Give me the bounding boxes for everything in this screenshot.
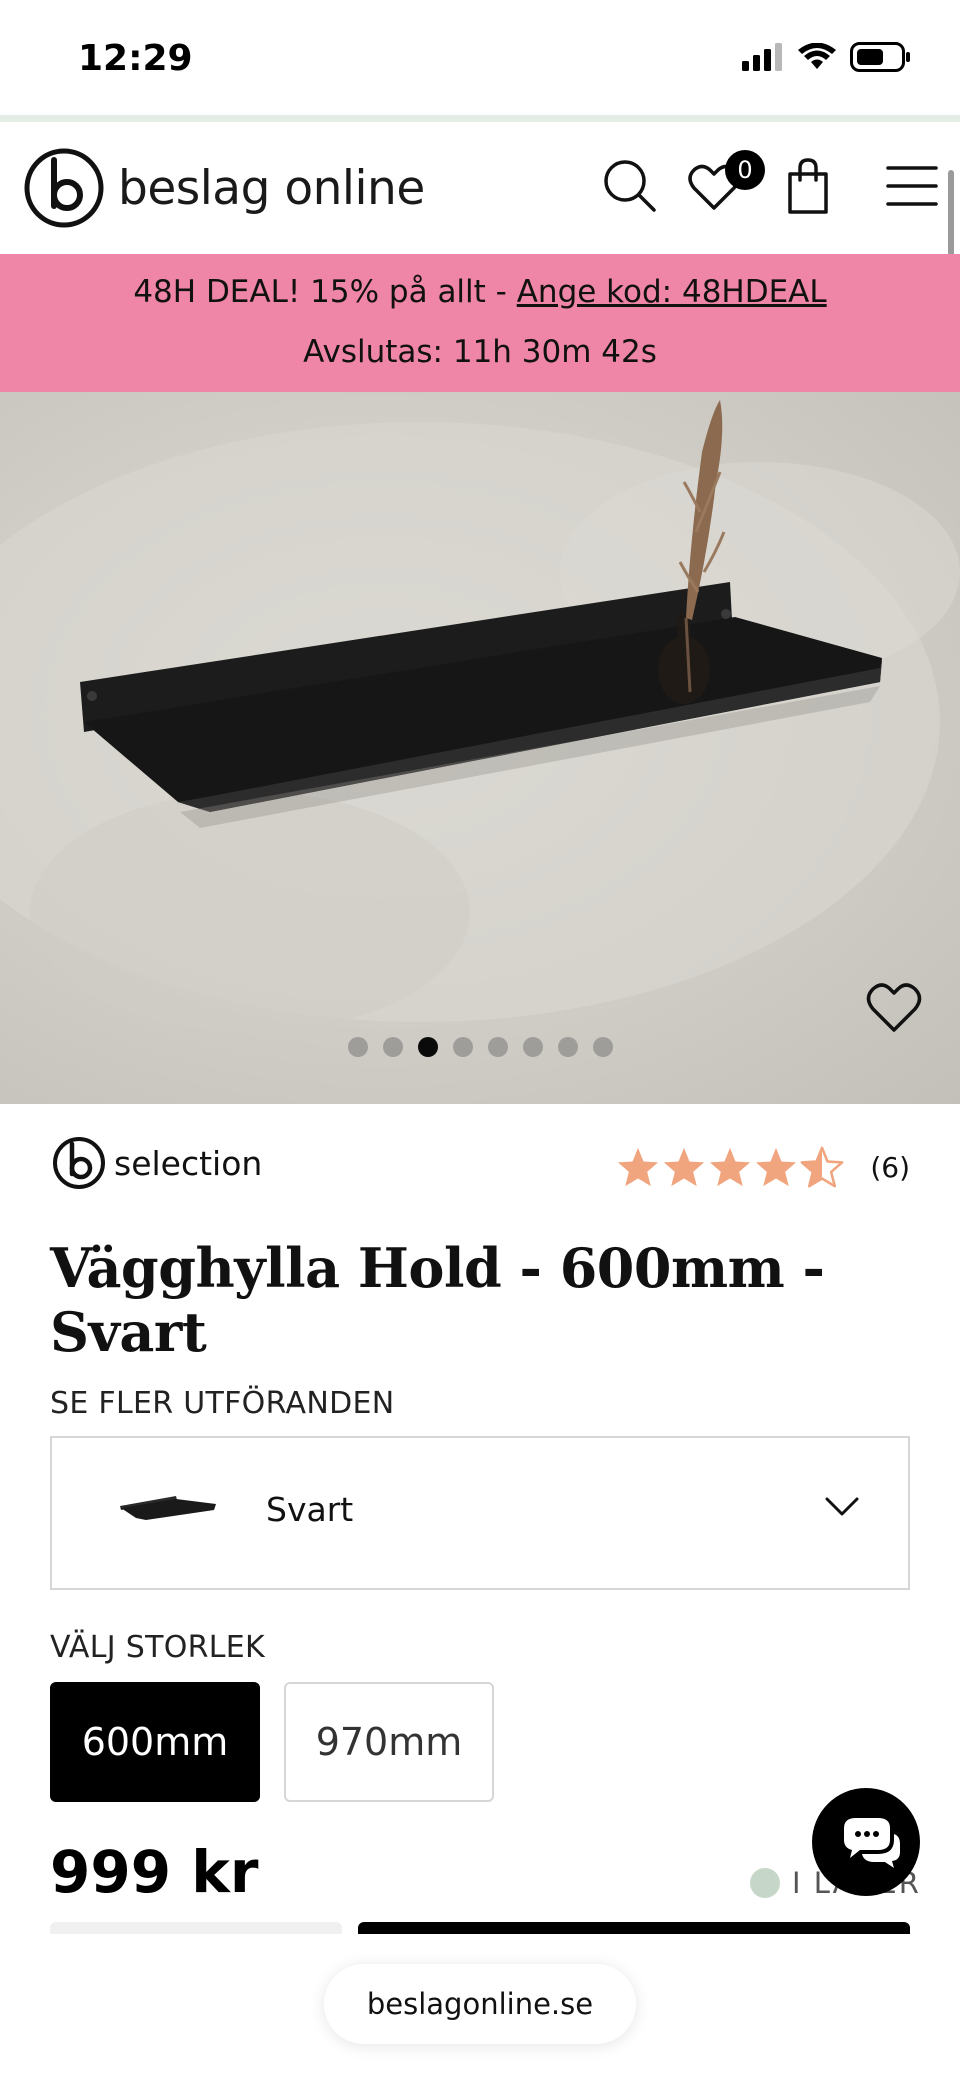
menu-button[interactable] bbox=[886, 164, 938, 208]
product-image-gallery[interactable] bbox=[0, 392, 960, 1104]
add-to-cart-button[interactable] bbox=[358, 1922, 910, 1934]
cart-button[interactable] bbox=[786, 158, 830, 214]
gallery-dot[interactable] bbox=[453, 1037, 473, 1057]
product-photo bbox=[0, 400, 960, 1032]
size-label: VÄLJ STORLEK bbox=[50, 1630, 265, 1665]
gallery-dot-active[interactable] bbox=[418, 1037, 438, 1057]
browser-divider bbox=[0, 115, 960, 122]
add-to-wishlist-button[interactable] bbox=[866, 982, 926, 1042]
chat-button[interactable] bbox=[812, 1788, 920, 1896]
promo-countdown: Avslutas: 11h 30m 42s bbox=[303, 334, 657, 370]
star-icon bbox=[618, 1147, 659, 1187]
gallery-dot[interactable] bbox=[488, 1037, 508, 1057]
half-star-icon bbox=[800, 1146, 844, 1188]
site-logo[interactable]: beslag online bbox=[24, 148, 425, 228]
gallery-dot[interactable] bbox=[523, 1037, 543, 1057]
gallery-pagination bbox=[348, 1037, 613, 1057]
brand-name: selection bbox=[114, 1143, 263, 1183]
heart-outline-icon bbox=[866, 983, 922, 1032]
variant-dropdown[interactable]: Svart bbox=[50, 1436, 910, 1590]
status-time: 12:29 bbox=[78, 38, 193, 79]
wishlist-count-badge: 0 bbox=[725, 150, 765, 190]
browser-url-bar[interactable]: beslagonline.se bbox=[324, 1964, 636, 2044]
selected-variant: Svart bbox=[266, 1490, 354, 1529]
shopping-bag-icon bbox=[788, 158, 828, 214]
brand-logo[interactable]: selection bbox=[52, 1136, 262, 1190]
size-option-970mm[interactable]: 970mm bbox=[284, 1682, 494, 1802]
hamburger-menu-icon bbox=[886, 166, 938, 206]
wishlist-button[interactable]: 0 bbox=[688, 150, 765, 214]
product-title: Vägghylla Hold - 600mm - Svart bbox=[50, 1236, 825, 1364]
star-icon bbox=[710, 1147, 751, 1187]
quantity-selector[interactable] bbox=[50, 1922, 342, 1934]
review-count: (6) bbox=[870, 1150, 910, 1184]
battery-icon bbox=[850, 42, 910, 72]
variant-thumbnail bbox=[120, 1496, 216, 1520]
signal-icon bbox=[742, 43, 782, 71]
promo-lead-text: 48H DEAL! 15% på allt - bbox=[133, 274, 517, 310]
search-button[interactable] bbox=[602, 158, 658, 214]
chevron-down-icon bbox=[825, 1497, 859, 1516]
product-rating[interactable]: (6) bbox=[616, 1146, 910, 1188]
promo-headline: 48H DEAL! 15% på allt - Ange kod: 48HDEA… bbox=[0, 274, 960, 310]
chat-bubbles-icon bbox=[844, 1818, 900, 1868]
star-icon bbox=[756, 1147, 797, 1187]
logo-mark-icon bbox=[24, 148, 104, 228]
wifi-icon bbox=[798, 43, 836, 69]
status-icons bbox=[742, 42, 912, 72]
gallery-dot[interactable] bbox=[383, 1037, 403, 1057]
gallery-dot[interactable] bbox=[593, 1037, 613, 1057]
product-price: 999 kr bbox=[50, 1838, 259, 1906]
brand-mark-icon bbox=[53, 1137, 105, 1189]
promo-banner: 48H DEAL! 15% på allt - Ange kod: 48HDEA… bbox=[0, 254, 960, 392]
star-icon bbox=[664, 1147, 705, 1187]
status-bar: 12:29 bbox=[0, 0, 960, 116]
gallery-dot[interactable] bbox=[558, 1037, 578, 1057]
size-option-600mm[interactable]: 600mm bbox=[50, 1682, 260, 1802]
site-header: beslag online 0 bbox=[0, 122, 960, 254]
search-icon bbox=[604, 160, 656, 212]
promo-code-link[interactable]: Ange kod: 48HDEAL bbox=[517, 274, 827, 310]
header-actions: 0 bbox=[602, 150, 938, 214]
variants-label: SE FLER UTFÖRANDEN bbox=[50, 1386, 395, 1421]
rating-stars bbox=[616, 1146, 844, 1188]
logo-text: beslag online bbox=[118, 160, 425, 216]
stock-indicator-dot bbox=[750, 1868, 780, 1898]
gallery-dot[interactable] bbox=[348, 1037, 368, 1057]
